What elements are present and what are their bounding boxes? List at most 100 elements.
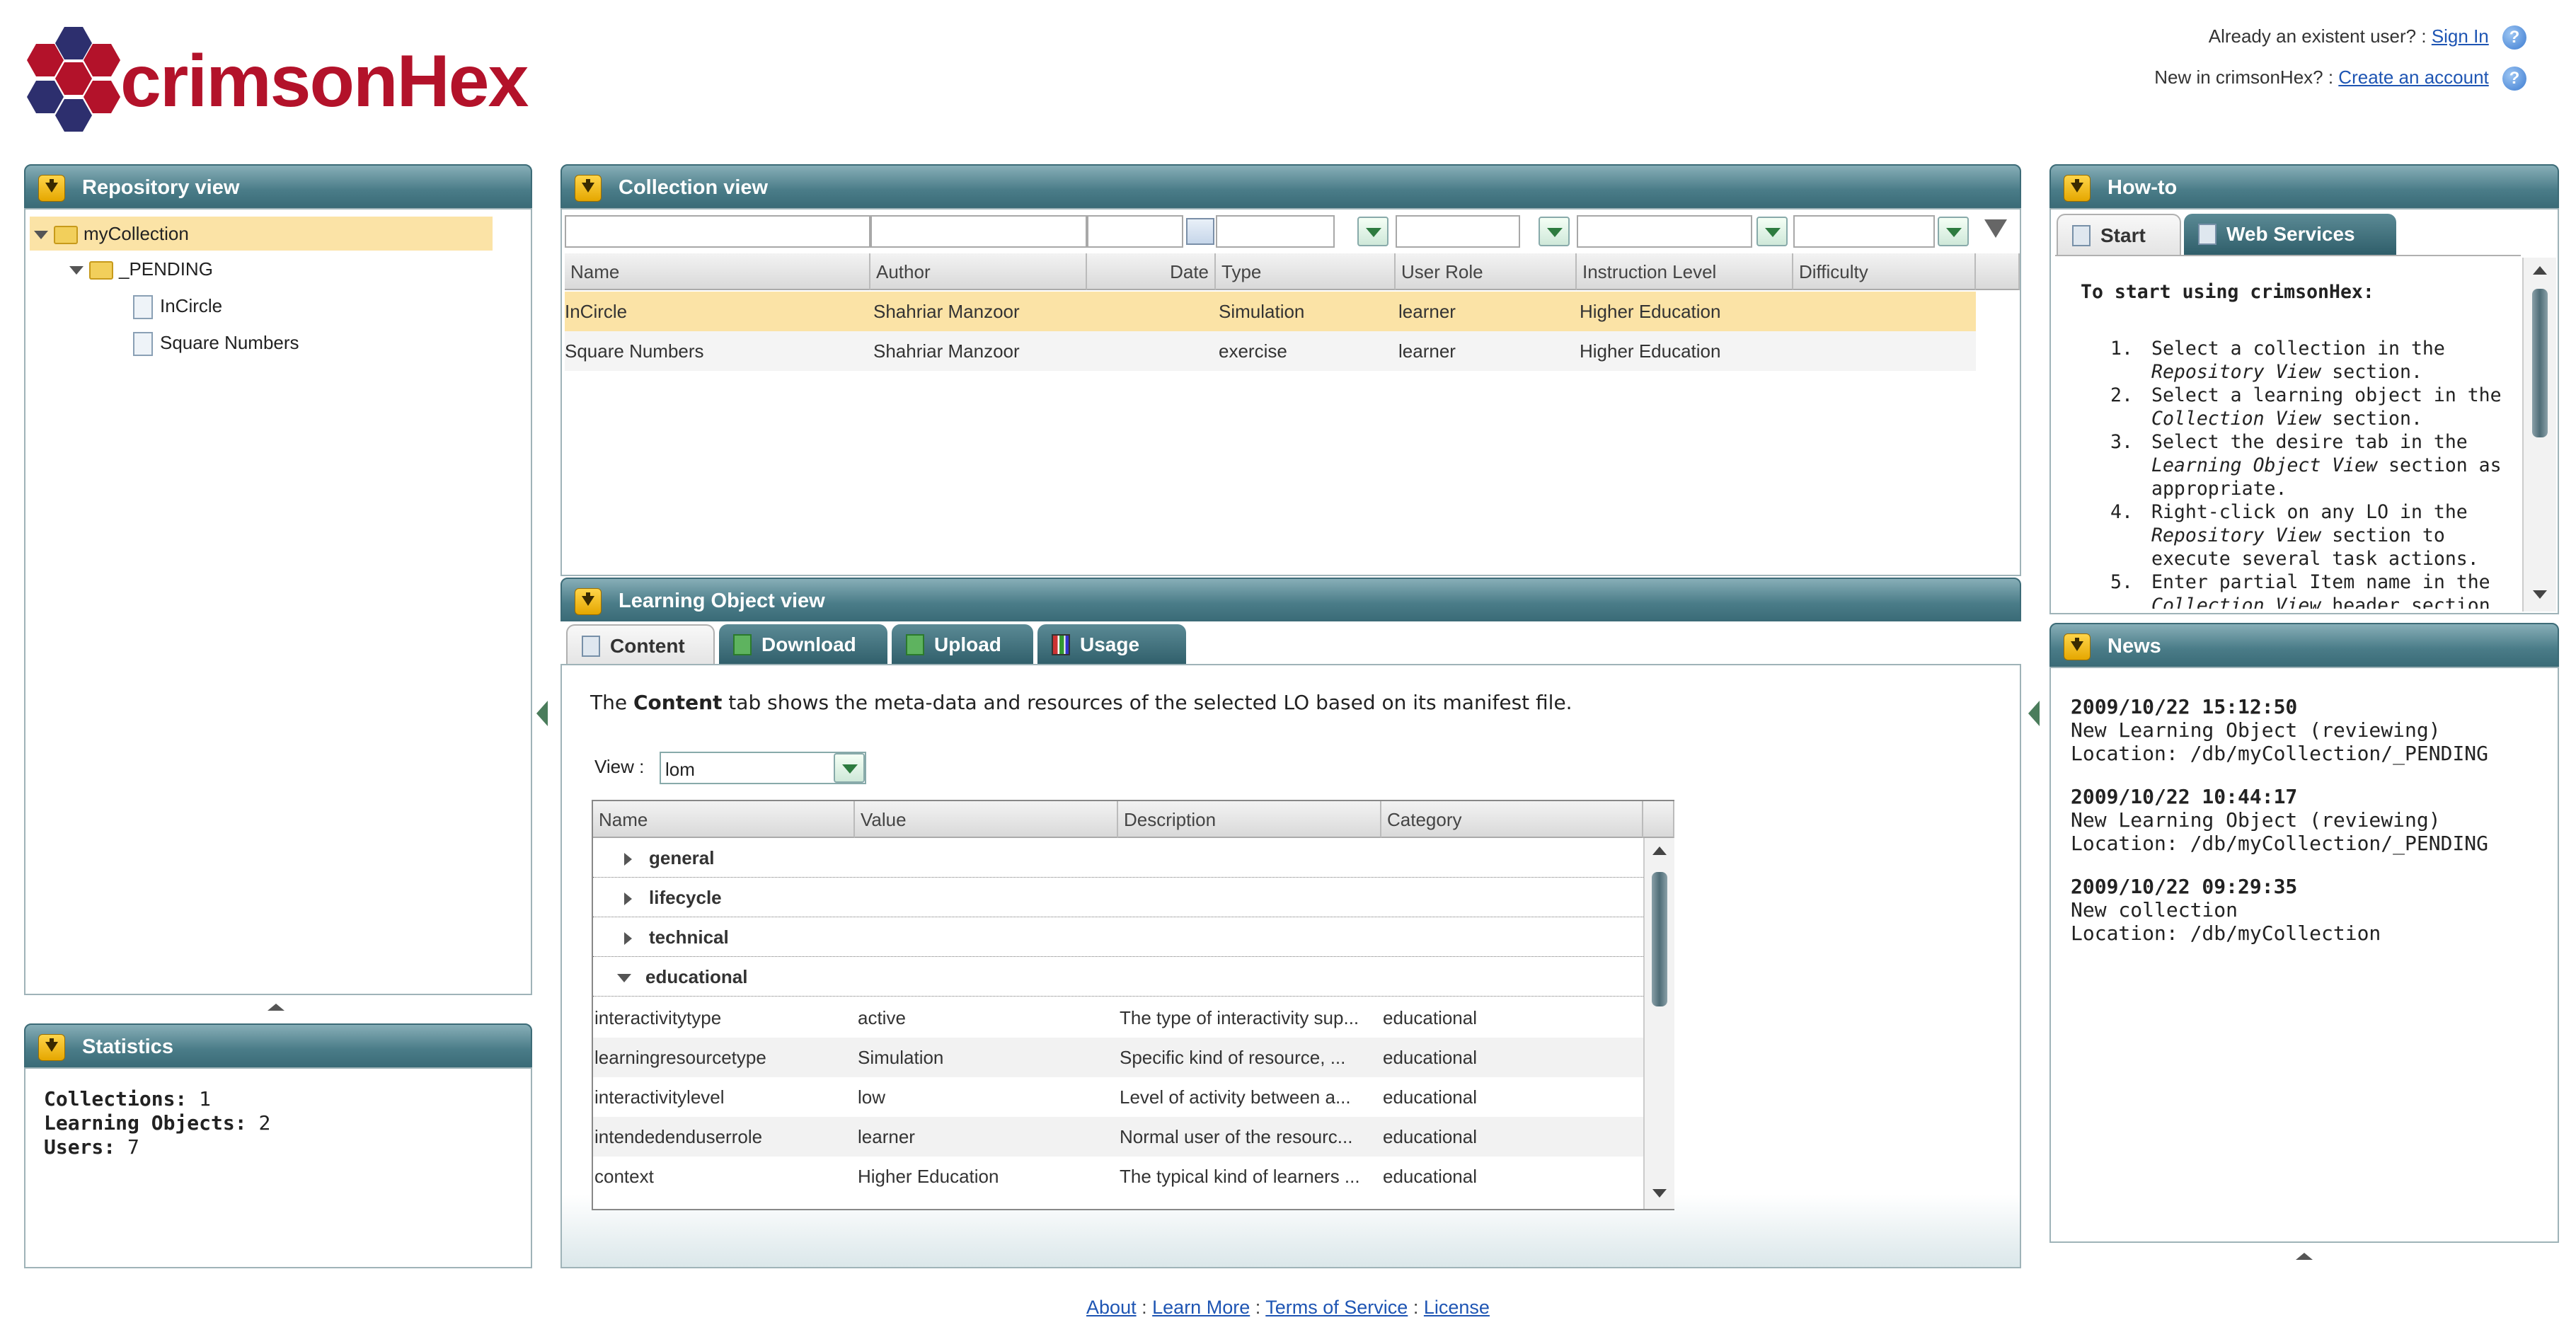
filter-difficulty-input[interactable]	[1793, 215, 1935, 248]
group-lifecycle[interactable]: lifecycle	[624, 878, 722, 917]
learn-more-link[interactable]: Learn More	[1152, 1297, 1250, 1318]
group-row[interactable]	[593, 838, 1643, 878]
expand-icon	[624, 853, 632, 866]
col-description[interactable]: Description	[1118, 801, 1381, 838]
col-user-role[interactable]: User Role	[1396, 253, 1577, 290]
collection-view-title: Collection view	[619, 176, 769, 199]
scroll-down-icon[interactable]	[2524, 580, 2556, 609]
calendar-icon[interactable]	[1186, 218, 1214, 245]
collapse-icon[interactable]	[575, 588, 602, 615]
filter-funnel-icon[interactable]	[1984, 219, 2007, 238]
help-icon[interactable]: ?	[2502, 67, 2526, 91]
document-icon	[2198, 224, 2216, 245]
level-dropdown-icon[interactable]	[1756, 217, 1788, 246]
collection-view-header[interactable]: Collection view	[560, 164, 2021, 208]
tab-upload[interactable]: Upload	[892, 624, 1033, 665]
splitter-up-icon[interactable]	[2296, 1253, 2313, 1260]
tab-start[interactable]: Start	[2057, 214, 2181, 255]
filter-date-input[interactable]	[1087, 215, 1183, 248]
news-item: 2009/10/22 15:12:50 New Learning Object …	[2071, 695, 2489, 765]
howto-scrollbar[interactable]	[2522, 258, 2556, 612]
view-dropdown-icon[interactable]	[834, 753, 865, 783]
cell-category: educational	[1383, 1166, 1477, 1187]
howto-title: How-to	[2108, 176, 2178, 199]
col-date[interactable]: Date	[1087, 253, 1216, 290]
statistics-title: Statistics	[82, 1035, 173, 1058]
bar-chart-icon	[1052, 634, 1070, 655]
group-general[interactable]: general	[624, 838, 715, 878]
tab-download[interactable]: Download	[719, 624, 887, 665]
collapse-right-icon[interactable]	[2028, 701, 2040, 726]
tree-item-square-numbers[interactable]: Square Numbers	[133, 327, 299, 358]
splitter-up-icon[interactable]	[268, 1004, 284, 1011]
create-account-link[interactable]: Create an account	[2338, 67, 2488, 88]
cell-category: educational	[1383, 1126, 1477, 1147]
repository-tree: myCollection _PENDING InCircle Square Nu…	[24, 208, 532, 995]
howto-header[interactable]: How-to	[2049, 164, 2559, 208]
collapse-icon[interactable]	[38, 1034, 65, 1061]
existing-user-prompt: Already an existent user? :	[2208, 25, 2427, 47]
col-instruction-level[interactable]: Instruction Level	[1577, 253, 1793, 290]
filter-type-input[interactable]	[1216, 215, 1335, 248]
about-link[interactable]: About	[1086, 1297, 1137, 1318]
cell-role: learner	[1398, 301, 1456, 322]
stat-users: Users: 7	[44, 1135, 139, 1159]
scroll-up-icon[interactable]	[1645, 838, 1674, 866]
cell-level: Higher Education	[1580, 340, 1721, 362]
tab-web-services[interactable]: Web Services	[2184, 214, 2396, 255]
cell-value: Higher Education	[858, 1166, 999, 1187]
repository-view-header[interactable]: Repository view	[24, 164, 532, 208]
cell-description: Normal user of the resourc...	[1120, 1126, 1353, 1147]
help-icon[interactable]: ?	[2502, 25, 2526, 50]
statistics-header[interactable]: Statistics	[24, 1023, 532, 1067]
filter-level-input[interactable]	[1577, 215, 1752, 248]
collapse-icon[interactable]	[2064, 175, 2091, 202]
cell-name: intendedenduserrole	[594, 1126, 763, 1147]
license-link[interactable]: License	[1424, 1297, 1490, 1318]
expand-icon[interactable]	[69, 266, 84, 275]
group-technical[interactable]: technical	[624, 917, 729, 957]
collapse-icon[interactable]	[575, 175, 602, 202]
cell-value: learner	[858, 1126, 915, 1147]
scroll-down-icon[interactable]	[1645, 1179, 1674, 1207]
tab-content[interactable]: Content	[566, 624, 715, 665]
expand-icon[interactable]	[34, 231, 48, 240]
col-name[interactable]: Name	[565, 253, 870, 290]
document-icon	[2072, 225, 2091, 246]
document-icon	[133, 332, 153, 357]
tree-item-incircle[interactable]: InCircle	[133, 290, 222, 321]
terms-of-service-link[interactable]: Terms of Service	[1265, 1297, 1408, 1318]
group-educational[interactable]: educational	[617, 957, 747, 997]
col-type[interactable]: Type	[1216, 253, 1396, 290]
lo-view-header[interactable]: Learning Object view	[560, 578, 2021, 621]
type-dropdown-icon[interactable]	[1357, 217, 1388, 246]
group-row[interactable]	[593, 957, 1643, 997]
scroll-up-icon[interactable]	[2524, 258, 2556, 286]
col-name[interactable]: Name	[593, 801, 855, 838]
group-row[interactable]	[593, 878, 1643, 917]
collapse-icon[interactable]	[2064, 633, 2091, 660]
col-value[interactable]: Value	[855, 801, 1118, 838]
sign-in-link[interactable]: Sign In	[2432, 25, 2489, 47]
collapse-icon[interactable]	[38, 175, 65, 202]
scroll-thumb[interactable]	[1652, 872, 1667, 1006]
collapse-left-icon[interactable]	[536, 701, 548, 726]
col-difficulty[interactable]: Difficulty	[1793, 253, 1976, 290]
tab-usage[interactable]: Usage	[1037, 624, 1186, 665]
tree-item-mycollection[interactable]: myCollection	[34, 218, 189, 249]
document-icon	[133, 295, 153, 320]
group-row[interactable]	[593, 917, 1643, 957]
role-dropdown-icon[interactable]	[1539, 217, 1570, 246]
howto-body: Start Web Services To start using crimso…	[2049, 208, 2559, 614]
filter-author-input[interactable]	[870, 215, 1087, 248]
filter-role-input[interactable]	[1396, 215, 1520, 248]
filter-name-input[interactable]	[565, 215, 870, 248]
stat-collections: Collections: 1	[44, 1087, 212, 1111]
difficulty-dropdown-icon[interactable]	[1938, 217, 1969, 246]
col-category[interactable]: Category	[1381, 801, 1643, 838]
tree-item-pending[interactable]: _PENDING	[69, 253, 213, 285]
col-author[interactable]: Author	[870, 253, 1087, 290]
news-header[interactable]: News	[2049, 623, 2559, 667]
scroll-thumb[interactable]	[2532, 289, 2548, 437]
metadata-scrollbar[interactable]	[1643, 838, 1674, 1209]
